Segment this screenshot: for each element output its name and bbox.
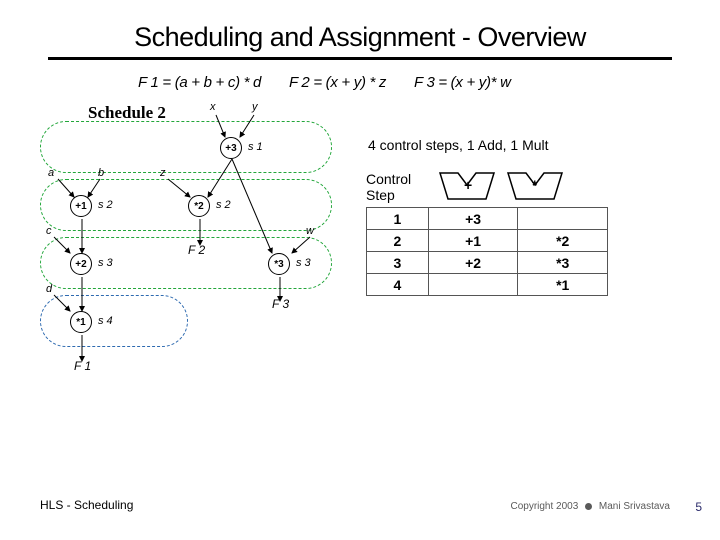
table-row: 4 *1: [367, 274, 608, 296]
fu-mult-icon: *: [506, 171, 564, 201]
step-s4: s 4: [98, 315, 113, 327]
schedule-table: 1+3 2+1*23+2*34 *1: [366, 207, 608, 296]
step-s2b: s 2: [216, 199, 231, 211]
var-x: x: [210, 101, 216, 113]
step-s3a: s 3: [98, 257, 113, 269]
footer-left: HLS - Scheduling: [40, 498, 133, 512]
schedule-diagram: Schedule 2: [48, 101, 340, 421]
node-mult3: *3: [268, 253, 290, 275]
node-mult2: *2: [188, 195, 210, 217]
slide-number: 5: [695, 500, 702, 514]
node-plus1: +1: [70, 195, 92, 217]
equation-row: F 1 = (a + b + c) * d F 2 = (x + y) * z …: [138, 74, 672, 91]
var-a: a: [48, 167, 54, 179]
summary-text: 4 control steps, 1 Add, 1 Mult: [368, 137, 666, 153]
var-c: c: [46, 225, 52, 237]
out-F3: F 3: [272, 297, 289, 311]
out-F2: F 2: [188, 243, 205, 257]
title-rule: [48, 57, 672, 60]
step-s1: s 1: [248, 141, 263, 153]
table-col-step-label: Control Step: [366, 171, 428, 203]
step-s3b: s 3: [296, 257, 311, 269]
fu-adder-label: +: [464, 177, 472, 193]
bullet-icon: [585, 503, 592, 510]
page-title: Scheduling and Assignment - Overview: [48, 22, 672, 53]
copyright-post: Mani Srivastava: [599, 501, 670, 512]
var-b: b: [98, 167, 104, 179]
table-row: 2+1*2: [367, 230, 608, 252]
fu-adder-icon: +: [438, 171, 496, 201]
var-d: d: [46, 283, 52, 295]
table-row: 3+2*3: [367, 252, 608, 274]
eq-f1: F 1 = (a + b + c) * d: [138, 74, 261, 91]
var-w: w: [306, 225, 314, 237]
footer-right: Copyright 2003 Mani Srivastava: [510, 501, 670, 512]
node-plus3: +3: [220, 137, 242, 159]
step-s2a: s 2: [98, 199, 113, 211]
copyright-pre: Copyright 2003: [510, 501, 578, 512]
fu-mult-label: *: [532, 177, 537, 193]
eq-f3: F 3 = (x + y)* w: [414, 74, 511, 91]
node-plus2: +2: [70, 253, 92, 275]
var-y: y: [252, 101, 258, 113]
eq-f2: F 2 = (x + y) * z: [289, 74, 386, 91]
table-row: 1+3: [367, 208, 608, 230]
out-F1: F 1: [74, 359, 91, 373]
var-z: z: [160, 167, 166, 179]
node-mult1: *1: [70, 311, 92, 333]
